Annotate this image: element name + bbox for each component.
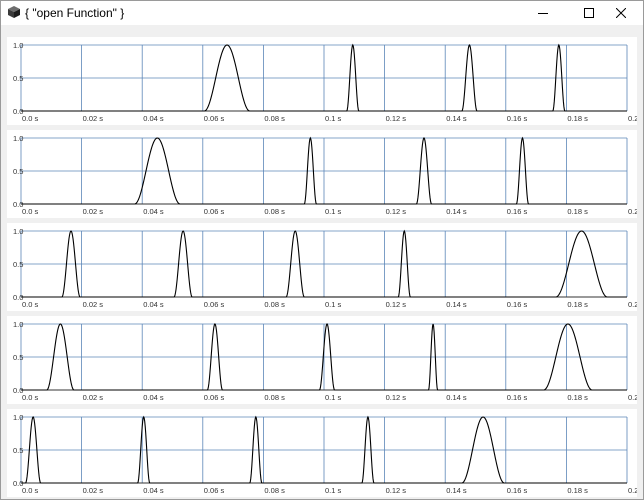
- y-tick-label: 1.0: [13, 320, 23, 329]
- app-window: { "open Function" } 0.0 0.5 1.0 0.0 s 0.02 s…: [0, 0, 644, 500]
- x-tick-label: 0.02 s: [83, 207, 104, 216]
- x-tick-label: 0.2 s: [628, 300, 637, 309]
- y-tick-label: 0.5: [13, 353, 23, 362]
- x-tick-label: 0.16 s: [507, 207, 528, 216]
- y-tick-label: 0.5: [13, 446, 23, 455]
- chart-panel-1: 0.00.51.00.0 s 0.02 s 0.04 s 0.06 s 0.08 s 0.…: [7, 37, 637, 125]
- x-tick-label: 0.04 s: [143, 300, 164, 309]
- x-tick-label: 0.08 s: [264, 207, 285, 216]
- x-tick-label: 0.0 s: [22, 393, 39, 402]
- grid-lines: [20, 230, 628, 298]
- close-icon: [616, 8, 626, 18]
- x-tick-label: 0.06 s: [204, 393, 225, 402]
- x-tick-label: 0.14 s: [446, 300, 467, 309]
- x-tick-label: 0.04 s: [143, 207, 164, 216]
- x-tick-label: 0.0 s: [22, 300, 39, 309]
- chart-panels: 0.0 0.5 1.0 0.0 s 0.02 s 0.04 s 0.06 s 0.08 s 0.…: [1, 25, 643, 499]
- x-tick-label: 0.08 s: [264, 114, 285, 123]
- x-tick-label: 0.06 s: [204, 114, 225, 123]
- x-tick-label: 0.14 s: [446, 207, 467, 216]
- x-tick-label: 0.02 s: [83, 300, 104, 309]
- minimize-button[interactable]: [523, 1, 563, 25]
- x-tick-label: 0.12 s: [386, 300, 407, 309]
- y-tick-label: 1.0: [13, 134, 23, 143]
- x-tick-label: 0.0 s: [22, 114, 39, 123]
- x-tick-label: 0.0 s: [22, 207, 39, 216]
- y-tick-label: 0.5: [13, 167, 23, 176]
- x-tick-label: 0.18 s: [567, 486, 588, 495]
- x-tick-label: 0.06 s: [204, 486, 225, 495]
- close-button[interactable]: [601, 1, 641, 25]
- minimize-icon: [538, 8, 548, 18]
- x-tick-label: 0.18 s: [567, 300, 588, 309]
- window-title: { "open Function" }: [25, 6, 125, 20]
- x-tick-label: 0.12 s: [386, 207, 407, 216]
- x-tick-label: 0.02 s: [83, 393, 104, 402]
- x-tick-label: 0.16 s: [507, 486, 528, 495]
- x-tick-label: 0.06 s: [204, 300, 225, 309]
- x-tick-label: 0.0 s: [22, 486, 39, 495]
- x-tick-label: 0.1 s: [325, 393, 342, 402]
- x-tick-label: 0.18 s: [567, 114, 588, 123]
- chart-panel-2: 0.00.51.00.0 s 0.02 s 0.04 s 0.06 s 0.08 s 0.…: [7, 130, 637, 218]
- x-tick-label: 0.04 s: [143, 393, 164, 402]
- x-tick-label: 0.02 s: [83, 114, 104, 123]
- y-tick-label: 1.0: [13, 227, 23, 236]
- title-bar[interactable]: { "open Function" }: [1, 1, 643, 25]
- x-tick-label: 0.18 s: [567, 207, 588, 216]
- x-tick-label: 0.1 s: [325, 486, 342, 495]
- x-tick-label: 0.04 s: [143, 486, 164, 495]
- x-tick-label: 0.2 s: [628, 114, 637, 123]
- y-tick-label: 0.5: [13, 74, 23, 83]
- x-tick-label: 0.12 s: [386, 114, 407, 123]
- x-tick-label: 0.14 s: [446, 486, 467, 495]
- x-tick-label: 0.2 s: [628, 486, 637, 495]
- x-tick-label: 0.08 s: [264, 486, 285, 495]
- x-tick-label: 0.08 s: [264, 393, 285, 402]
- x-tick-label: 0.2 s: [628, 207, 637, 216]
- x-tick-label: 0.2 s: [628, 393, 637, 402]
- grid-lines: [20, 44, 628, 112]
- chart-panel-5: 0.00.51.00.0 s 0.02 s 0.04 s 0.06 s 0.08 s 0.…: [7, 409, 637, 497]
- x-tick-label: 0.12 s: [386, 393, 407, 402]
- x-tick-label: 0.1 s: [325, 207, 342, 216]
- grid-lines: [20, 416, 628, 484]
- maximize-icon: [584, 8, 594, 18]
- x-tick-label: 0.12 s: [386, 486, 407, 495]
- x-tick-label: 0.14 s: [446, 393, 467, 402]
- chart-panel-3: 0.00.51.00.0 s 0.02 s 0.04 s 0.06 s 0.08 s 0.…: [7, 223, 637, 311]
- cube-icon: [7, 5, 21, 19]
- x-tick-label: 0.1 s: [325, 300, 342, 309]
- grid-lines: [20, 137, 628, 205]
- x-tick-label: 0.14 s: [446, 114, 467, 123]
- x-tick-label: 0.1 s: [325, 114, 342, 123]
- y-tick-label: 1.0: [13, 413, 23, 422]
- x-tick-label: 0.18 s: [567, 393, 588, 402]
- x-tick-label: 0.16 s: [507, 300, 528, 309]
- x-tick-label: 0.02 s: [83, 486, 104, 495]
- x-tick-label: 0.16 s: [507, 393, 528, 402]
- x-tick-label: 0.08 s: [264, 300, 285, 309]
- y-tick-label: 1.0: [13, 41, 23, 50]
- y-tick-label: 0.5: [13, 260, 23, 269]
- x-tick-label: 0.06 s: [204, 207, 225, 216]
- grid-lines: [20, 323, 628, 391]
- x-tick-label: 0.04 s: [143, 114, 164, 123]
- x-tick-label: 0.16 s: [507, 114, 528, 123]
- chart-panel-4: 0.00.51.00.0 s 0.02 s 0.04 s 0.06 s 0.08 s 0.…: [7, 316, 637, 404]
